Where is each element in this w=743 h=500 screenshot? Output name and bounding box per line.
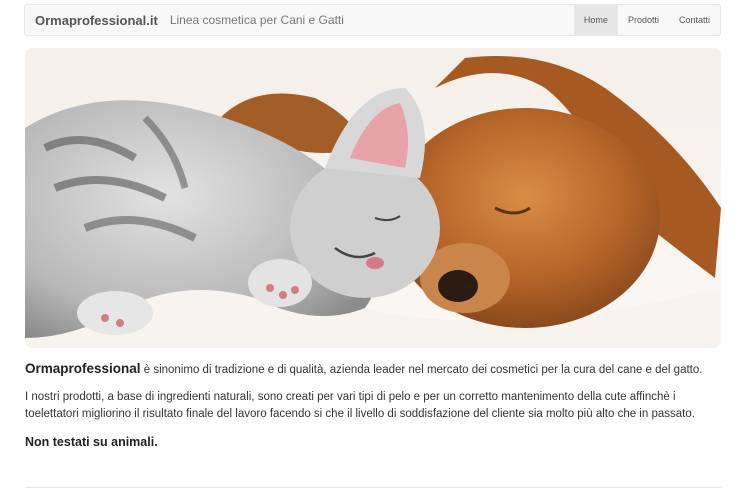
nav-menu: Home Prodotti Contatti <box>573 5 720 35</box>
nav-contatti[interactable]: Contatti <box>669 5 720 35</box>
nav-home[interactable]: Home <box>573 5 618 35</box>
navbar: Ormaprofessional.it Linea cosmetica per … <box>24 4 721 36</box>
intro-paragraph: Ormaprofessional è sinonimo di tradizion… <box>25 360 715 379</box>
kitten-puppy-illustration <box>25 48 721 348</box>
intro-brand: Ormaprofessional <box>25 361 141 376</box>
claim-text: Non testati su animali. <box>25 435 158 449</box>
products-paragraph: I nostri prodotti, a base di ingredienti… <box>25 391 695 420</box>
nav-prodotti[interactable]: Prodotti <box>618 5 669 35</box>
brand-link[interactable]: Ormaprofessional.it <box>25 13 158 28</box>
site-tagline: Linea cosmetica per Cani e Gatti <box>169 13 344 27</box>
intro-text: è sinonimo di tradizione e di qualità, a… <box>140 364 703 376</box>
hero-image <box>25 48 721 348</box>
main-content: Ormaprofessional è sinonimo di tradizion… <box>25 360 715 449</box>
footer-divider <box>25 487 721 488</box>
